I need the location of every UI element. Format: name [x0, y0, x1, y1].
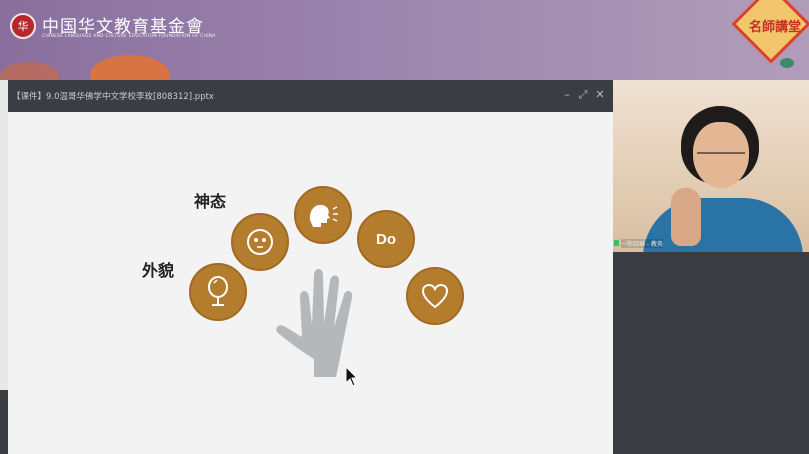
mic-indicator-icon: [614, 240, 619, 246]
close-button[interactable]: ✕: [593, 88, 607, 102]
face-icon: [247, 229, 273, 255]
participant-body: [643, 198, 803, 252]
participant-hand: [671, 188, 701, 246]
hand-icon: [276, 269, 353, 377]
speaking-circle: [294, 186, 352, 244]
organization-subtitle: CHINESE LANGUAGE AND CULTURE EDUCATION F…: [42, 34, 216, 39]
cursor-icon: [345, 366, 359, 387]
participant-video[interactable]: 一陈晓琳 - 教务: [613, 80, 809, 252]
left-edge: [0, 80, 8, 390]
do-circle: Do: [357, 210, 415, 268]
restore-button[interactable]: ⤢: [576, 88, 590, 102]
shared-presentation-window[interactable]: 【课件】9.0温哥华佛学中文学校李玫[808312].pptx – ⤢ ✕ 神态…: [8, 80, 613, 454]
participant-name: 一陈晓琳 - 教务: [621, 239, 663, 248]
lecture-badge: 名師講堂: [731, 0, 809, 68]
face-circle: [231, 213, 289, 271]
label-demeanor: 神态: [194, 192, 227, 211]
window-title: 【课件】9.0温哥华佛学中文学校李玫[808312].pptx: [12, 92, 214, 102]
heart-icon: [421, 283, 449, 309]
foundation-logo: 华: [10, 13, 36, 39]
banner-decoration: [90, 55, 170, 80]
slide-canvas: 神态 外貌 Do: [8, 112, 613, 454]
badge-label: 名師講堂: [749, 20, 802, 35]
heart-circle: [406, 267, 464, 325]
badge-ornament: [780, 58, 794, 68]
right-panel-empty: [613, 252, 809, 454]
meeting-screen: 华 中国华文教育基金會 CHINESE LANGUAGE AND CULTURE…: [0, 0, 809, 454]
do-label: Do: [376, 230, 396, 248]
window-titlebar[interactable]: 【课件】9.0温哥华佛学中文学校李玫[808312].pptx – ⤢ ✕: [8, 80, 613, 112]
mirror-circle: [189, 263, 247, 321]
participant-glasses: [697, 152, 745, 163]
banner-decoration: [0, 62, 60, 80]
label-appearance: 外貌: [142, 261, 175, 280]
speaking-head-icon: [309, 204, 338, 227]
top-banner: 华 中国华文教育基金會 CHINESE LANGUAGE AND CULTURE…: [0, 0, 809, 80]
mirror-icon: [208, 276, 228, 306]
minimize-button[interactable]: –: [560, 88, 574, 102]
